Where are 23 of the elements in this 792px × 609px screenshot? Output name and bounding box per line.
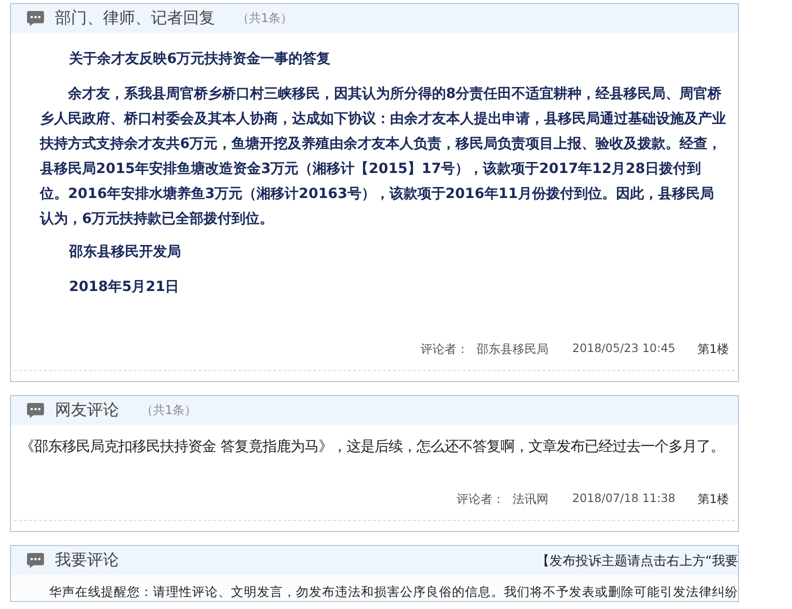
section-title: 网友评论 [55,400,119,421]
commenter-label: 评论者： [456,491,504,508]
comment-time: 2018/05/23 10:45 [572,341,676,357]
comment-time: 2018/07/18 11:38 [572,491,676,507]
paragraph: 2018年5月21日 [68,278,180,297]
commenter-name: 邵东县移民局 [476,341,548,358]
comment-icon [26,10,45,27]
comment-count: （共1条） [237,10,293,27]
section-title: 部门、律师、记者回复 [55,8,215,29]
paragraph: 邵东县移民开发局 [68,243,182,262]
commenter-label: 评论者： [420,341,468,358]
floor-number: 第1楼 [697,341,729,358]
paragraph: 《邵东移民局克扣移民扶持资金 答复竟指鹿为马》，这是后续，怎么还不答复啊，文章发布已经过去一个多月了。 [20,438,726,457]
commenter-name: 法讯网 [512,491,548,508]
paragraph: 余才友，系我县周官桥乡桥口村三峡移民，因其认为所分得的8分责任田不适宜耕种，经县移民局、周官桥乡人民政府、桥口村委会及其本人协商，达成如下协议：由余才友本人提出申请，县移民局通过基础设施及产业扶持方式支持余才友共6万元，鱼塘开挖及养殖由余才友本人负责，移民局负责项目上报、验收及拨款。经查，县移民局2015年安排鱼塘改造资金3万元（湘移计【2015】17号），该款项于2017年12月28日拨付到位。2016年安排水塘养鱼3万元（湘移计20163号），该款项于2016年11月份拨付到位。因此，县移民局认为，6万元扶持款已全部拨付到位。 [40,84,726,229]
comment-icon [26,552,45,569]
hint-text: 【发布投诉主题请点击右上方“我要 [536,552,738,570]
section-title: 我要评论 [55,550,119,571]
notice-text: 华声在线提醒您：请理性评论、文明发言，勿发布违法和损害公序良俗的信息。我们将不予发表或删除可能引发法律纠纷 [11,575,738,601]
comment-icon [26,402,45,419]
floor-number: 第1楼 [697,491,729,508]
comment-count: （共1条） [141,402,197,419]
paragraph: 关于余才友反映6万元扶持资金一事的答复 [68,50,332,69]
